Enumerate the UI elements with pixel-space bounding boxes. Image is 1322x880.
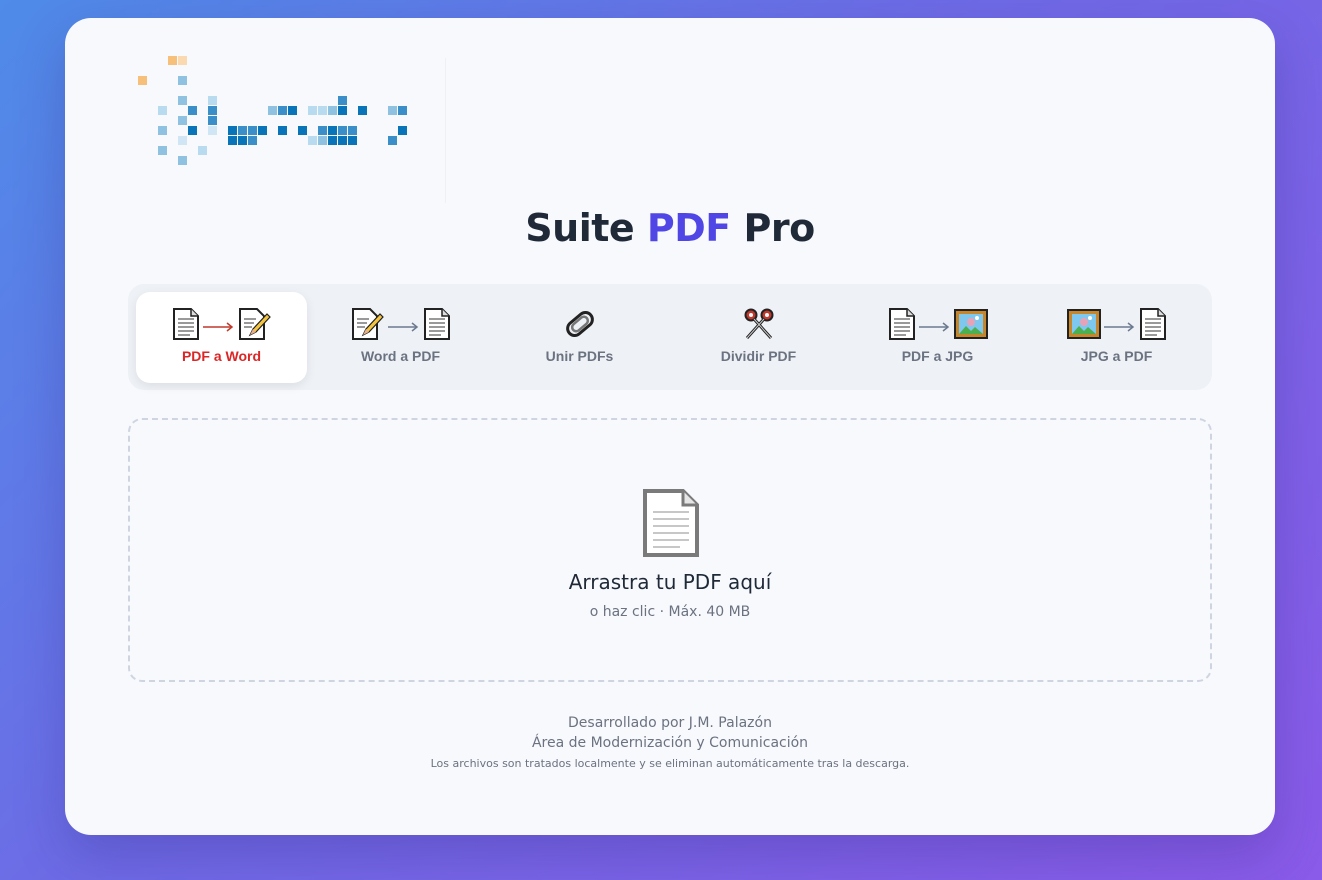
logo-pixel (338, 96, 347, 105)
logo-pixel (328, 126, 337, 135)
page-title: Suite PDF Pro (65, 206, 1275, 250)
memo-icon (351, 307, 385, 345)
dropzone-subtitle: o haz clic · Máx. 40 MB (589, 604, 751, 620)
logo-pixel (188, 106, 197, 115)
logo-pixel (158, 126, 167, 135)
logo-pixel (308, 106, 317, 115)
tab-label: PDF a Word (181, 348, 262, 364)
logo-pixel (178, 156, 187, 165)
logo-pixel (248, 126, 257, 135)
tab-icons (742, 308, 776, 344)
tab-pdf-a-word[interactable]: PDF a Word (136, 292, 307, 383)
logo-pixel (308, 136, 317, 145)
logo-pixel (158, 106, 167, 115)
title-prefix: Suite (525, 206, 647, 250)
logo-pixel (338, 126, 347, 135)
memo-icon (238, 307, 272, 345)
scissors-icon (742, 307, 776, 345)
framed-picture-icon (1066, 309, 1101, 343)
logo-pixel (208, 116, 217, 125)
page-icon (172, 307, 200, 345)
logo-pixel (238, 136, 247, 145)
arrow-right-icon (387, 317, 420, 336)
framed-picture-icon (953, 309, 988, 343)
logo-pixel (198, 146, 207, 155)
file-dropzone[interactable]: Arrastra tu PDF aquí o haz clic · Máx. 4… (128, 418, 1212, 682)
logo-pixel (398, 106, 407, 115)
logo-pixel (208, 96, 217, 105)
footer-privacy-note: Los archivos son tratados localmente y s… (430, 757, 910, 770)
main-card: Suite PDF Pro PDF a Word Word a PDF Unir… (65, 18, 1275, 835)
logo-pixel (238, 126, 247, 135)
page-icon (642, 488, 700, 562)
logo-pixel (328, 106, 337, 115)
logo-pixel (258, 126, 267, 135)
logo-pixel (178, 76, 187, 85)
tab-icons (172, 308, 272, 344)
logo-pixel (318, 136, 327, 145)
logo-pixel (208, 126, 217, 135)
arrow-right-icon (1103, 317, 1136, 336)
logo-pixel (168, 56, 177, 65)
logo-pixel (178, 116, 187, 125)
tab-icons (888, 308, 988, 344)
tab-label: Word a PDF (360, 348, 441, 364)
logo-pixel (358, 106, 367, 115)
organization-logo (138, 56, 448, 206)
tool-tabs: PDF a Word Word a PDF Unir PDFs Dividir … (128, 284, 1212, 390)
dropzone-title: Arrastra tu PDF aquí (568, 570, 772, 594)
page-icon (888, 307, 916, 345)
logo-pixel (398, 126, 407, 135)
footer: Desarrollado por J.M. Palazón Área de Mo… (65, 713, 1275, 770)
tab-icons (1066, 307, 1167, 345)
page-icon (1139, 307, 1167, 345)
page-icon (423, 307, 451, 345)
logo-pixel (288, 106, 297, 115)
tab-dividir-pdf[interactable]: Dividir PDF (673, 292, 844, 383)
logo-pixel (318, 106, 327, 115)
tab-jpg-a-pdf[interactable]: JPG a PDF (1031, 292, 1202, 383)
title-accent: PDF (646, 206, 731, 250)
logo-pixel (268, 106, 277, 115)
arrow-right-icon (918, 317, 951, 336)
logo-pixel (228, 136, 237, 145)
paperclip-icon (562, 307, 598, 345)
logo-pixel (388, 136, 397, 145)
logo-pixel (338, 136, 347, 145)
logo-pixel (208, 106, 217, 115)
tab-label: JPG a PDF (1080, 348, 1153, 364)
tab-icons (351, 308, 451, 344)
tab-icons (562, 308, 598, 344)
logo-pixel (178, 56, 187, 65)
logo-pixel (278, 106, 287, 115)
logo-pixel (348, 136, 357, 145)
logo-pixel (138, 76, 147, 85)
logo-pixel (158, 146, 167, 155)
tab-label: PDF a JPG (901, 348, 974, 364)
tab-unir-pdfs[interactable]: Unir PDFs (494, 292, 665, 383)
logo-divider (445, 58, 446, 203)
tab-label: Unir PDFs (545, 348, 614, 364)
logo-pixel (318, 126, 327, 135)
logo-pixel (188, 126, 197, 135)
footer-credit: Desarrollado por J.M. Palazón (568, 715, 772, 731)
tab-word-a-pdf[interactable]: Word a PDF (315, 292, 486, 383)
logo-pixel (248, 136, 257, 145)
logo-pixel (388, 106, 397, 115)
logo-pixel (328, 136, 337, 145)
title-suffix: Pro (730, 206, 815, 250)
logo-pixel (178, 136, 187, 145)
logo-pixel (278, 126, 287, 135)
logo-pixel (298, 126, 307, 135)
footer-department: Área de Modernización y Comunicación (531, 735, 809, 751)
arrow-right-icon (202, 317, 235, 336)
logo-pixel (338, 106, 347, 115)
tab-label: Dividir PDF (720, 348, 797, 364)
logo-pixel (228, 126, 237, 135)
logo-pixel (348, 126, 357, 135)
tab-pdf-a-jpg[interactable]: PDF a JPG (852, 292, 1023, 383)
logo-pixel (178, 96, 187, 105)
